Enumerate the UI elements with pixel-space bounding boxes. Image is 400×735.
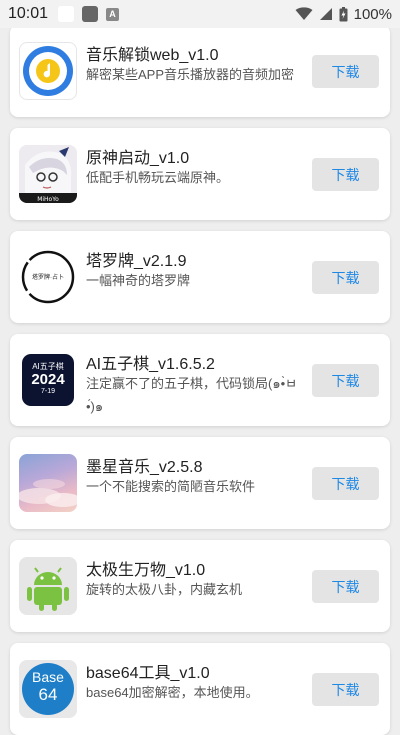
battery-icon: [339, 6, 348, 21]
music-unlock-icon: [19, 42, 77, 100]
tarot-icon-text: 塔罗牌·占卜: [32, 275, 64, 281]
app-card: AI五子棋 2024 7-19 AI五子棋_v1.6.5.2 注定赢不了的五子棋…: [10, 334, 390, 426]
app-title: 太极生万物_v1.0: [86, 562, 206, 579]
base64-icon: Base 64: [19, 660, 77, 718]
download-button[interactable]: 下载: [312, 673, 379, 706]
app-description: 旋转的太极八卦，内藏玄机: [86, 582, 243, 597]
download-button[interactable]: 下载: [312, 261, 379, 294]
app-title: 塔罗牌_v2.1.9: [86, 253, 187, 270]
base64-icon-line2: 64: [38, 685, 58, 704]
gomoku-icon: AI五子棋 2024 7-19: [19, 351, 77, 409]
a-notification-icon: A: [106, 7, 120, 21]
gomoku-icon-line2: 2024: [31, 371, 65, 388]
signal-icon: [319, 8, 332, 20]
status-time: 10:01: [8, 5, 49, 22]
app-notification-icon: [82, 6, 99, 22]
app-description: 低配手机畅玩云端原神。: [86, 170, 230, 185]
download-button[interactable]: 下载: [312, 158, 379, 191]
battery-percent: 100%: [353, 5, 392, 23]
wifi-icon: [295, 7, 313, 20]
app-card: 音乐解锁web_v1.0 解密某些APP音乐播放器的音频加密 下载: [10, 25, 390, 117]
app-title: 音乐解锁web_v1.0: [86, 47, 219, 64]
app-title: base64工具_v1.0: [86, 665, 210, 682]
status-right: 100%: [295, 6, 392, 23]
base64-icon-line1: Base: [32, 669, 64, 685]
app-card: Base 64 base64工具_v1.0 base64加密解密，本地使用。 下…: [10, 643, 390, 735]
download-button[interactable]: 下载: [312, 55, 379, 88]
app-card: MiHoYo 原神启动_v1.0 低配手机畅玩云端原神。 下载: [10, 128, 390, 220]
app-title: 原神启动_v1.0: [86, 150, 190, 167]
app-description: 解密某些APP音乐播放器的音频加密: [86, 67, 295, 82]
app-card: 太极生万物_v1.0 旋转的太极八卦，内藏玄机 下载: [10, 540, 390, 632]
tarot-circle-icon: 塔罗牌·占卜: [19, 248, 77, 306]
app-card: 墨星音乐_v2.5.8 一个不能搜索的简陋音乐软件 下载: [10, 437, 390, 529]
gomoku-icon-line3: 7-19: [40, 388, 55, 395]
genshin-character-icon: MiHoYo: [19, 145, 77, 203]
app-description: 一幅神奇的塔罗牌: [86, 273, 191, 288]
download-button[interactable]: 下载: [312, 570, 379, 603]
download-button[interactable]: 下载: [312, 467, 379, 500]
download-button[interactable]: 下载: [312, 364, 379, 397]
android-icon: [19, 557, 77, 615]
app-title: AI五子棋_v1.6.5.2: [86, 356, 215, 373]
status-bar: 10:01 A 100%: [0, 0, 400, 28]
app-description: base64加密解密，本地使用。: [86, 685, 259, 700]
app-description: 注定赢不了的五子棋，代码锁局(๑•̀ㅂ•́)๑: [86, 376, 298, 414]
sky-cloud-icon: [19, 454, 77, 512]
app-card: 塔罗牌·占卜 塔罗牌_v2.1.9 一幅神奇的塔罗牌 下载: [10, 231, 390, 323]
svg-text:MiHoYo: MiHoYo: [37, 196, 59, 203]
notification-icon: [58, 6, 75, 22]
app-title: 墨星音乐_v2.5.8: [86, 459, 203, 476]
app-description: 一个不能搜索的简陋音乐软件: [86, 479, 256, 494]
